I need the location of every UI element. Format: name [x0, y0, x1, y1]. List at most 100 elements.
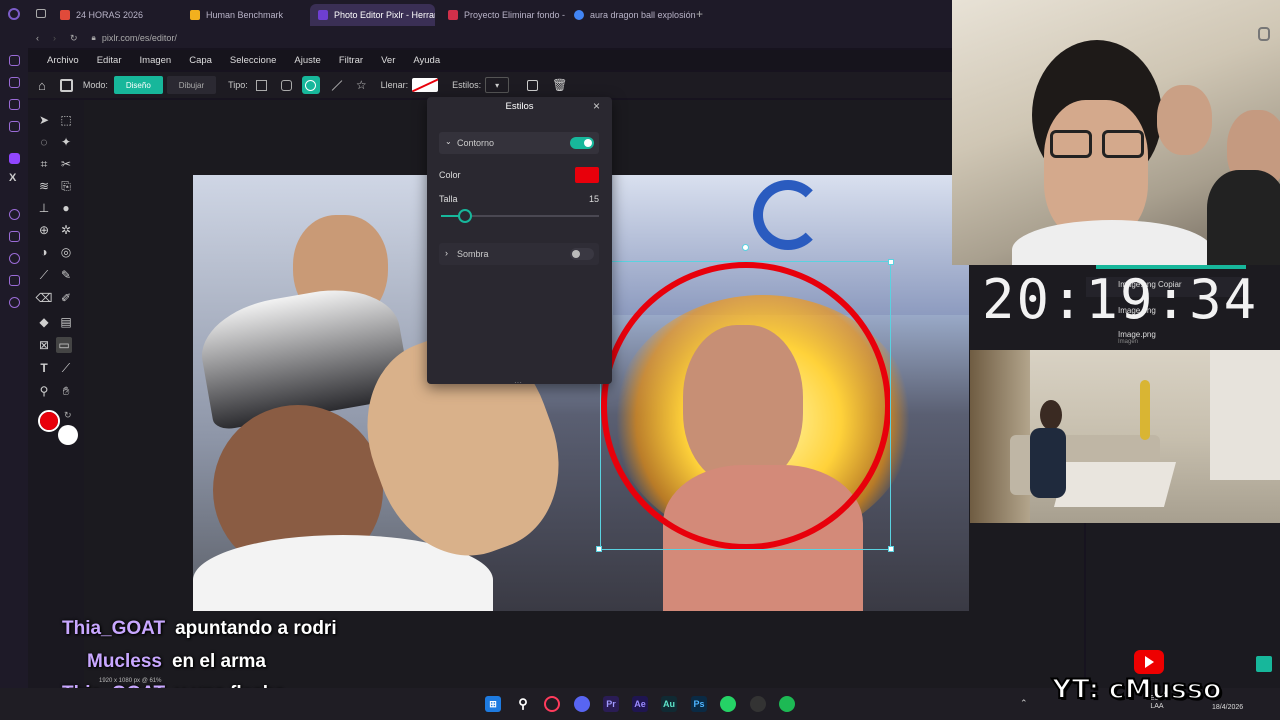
picker-tool-icon[interactable]: ⟋ [58, 360, 74, 376]
tab-pixlr-editor[interactable]: Photo Editor Pixlr - Herran [310, 4, 435, 26]
rotate-handle[interactable] [742, 244, 749, 251]
whatsapp-icon[interactable] [720, 696, 736, 712]
menu-capa[interactable]: Capa [189, 55, 212, 66]
sidebar-app-icon[interactable] [9, 99, 20, 110]
menu-ver[interactable]: Ver [381, 55, 395, 66]
bookmark-icon[interactable] [9, 275, 20, 286]
heart-icon[interactable] [9, 231, 20, 242]
background-color-swatch[interactable] [58, 425, 78, 445]
tab-overview-icon[interactable] [36, 9, 46, 18]
outline-color-swatch[interactable] [575, 167, 599, 183]
x-icon[interactable]: X [9, 172, 16, 184]
ellipse-shape-button[interactable] [301, 76, 320, 94]
fill-swatch-none[interactable] [412, 78, 439, 92]
sidebar-app-icon[interactable] [9, 209, 20, 220]
sidebar-app-icon[interactable] [9, 55, 20, 66]
reload-icon[interactable]: ↻ [70, 33, 78, 44]
line-shape-icon[interactable] [331, 79, 343, 91]
menu-filtrar[interactable]: Filtrar [339, 55, 363, 66]
menu-seleccione[interactable]: Seleccione [230, 55, 276, 66]
discord-icon[interactable] [574, 696, 590, 712]
target-tool-icon[interactable]: ◎ [58, 244, 74, 260]
shadow-section-header[interactable]: › Sombra [439, 243, 599, 265]
tab-eliminar-fondo[interactable]: Proyecto Eliminar fondo - [440, 4, 565, 26]
foreground-color-swatch[interactable] [38, 410, 60, 432]
search-icon[interactable]: ⚲ [515, 696, 531, 712]
brush-tool-icon[interactable]: ✎ [58, 267, 74, 283]
resize-handle[interactable] [888, 546, 894, 552]
rectangle-shape-icon[interactable] [255, 79, 267, 91]
steam-icon[interactable] [750, 696, 766, 712]
crop-tool-icon[interactable]: ⌗ [36, 156, 52, 172]
after-effects-icon[interactable]: Ae [632, 696, 648, 712]
url-field[interactable]: 🔒︎ pixlr.com/es/editor/ [92, 33, 177, 43]
mode-design-button[interactable]: Diseño [113, 76, 163, 94]
shadow-toggle[interactable] [570, 248, 594, 260]
home-icon[interactable]: ⌂ [38, 78, 46, 93]
spotify-icon[interactable] [779, 696, 795, 712]
text-tool-icon[interactable]: T [36, 360, 52, 376]
duplicate-icon[interactable] [527, 79, 539, 91]
close-icon[interactable]: × [593, 99, 600, 113]
twitch-icon[interactable] [9, 153, 20, 164]
drop-tool-icon[interactable]: ● [58, 200, 74, 216]
size-slider-handle[interactable] [457, 209, 472, 223]
trash-icon[interactable]: 🗑︎ [552, 78, 567, 92]
menu-imagen[interactable]: Imagen [140, 55, 172, 66]
start-icon[interactable]: ⊞ [485, 696, 501, 712]
arrange-tool-icon[interactable]: ➤ [36, 112, 52, 128]
tray-chevron-icon[interactable]: ⌃ [1020, 698, 1028, 709]
history-icon[interactable] [9, 253, 20, 264]
tray-date[interactable]: 18/4/2026 [1212, 704, 1243, 711]
browser-app-icon[interactable] [544, 696, 560, 712]
hand-tool-icon[interactable]: ✋︎ [58, 383, 74, 399]
tab-aura-dragon-ball[interactable]: aura dragon ball explosión [566, 4, 696, 26]
liquify-tool-icon[interactable]: ≋ [36, 178, 52, 194]
resize-handle[interactable] [888, 259, 894, 265]
sidebar-app-icon[interactable] [9, 77, 20, 88]
swap-colors-icon[interactable]: ↻ [64, 410, 72, 421]
shape-tool-active-icon[interactable]: ▭ [56, 337, 72, 353]
photoshop-icon[interactable]: Ps [691, 696, 707, 712]
premiere-icon[interactable]: Pr [603, 696, 619, 712]
polygon-shape-icon[interactable]: ☆ [356, 78, 367, 92]
resize-handle[interactable] [596, 546, 602, 552]
fill-tool-icon[interactable]: ◆ [36, 314, 52, 330]
outline-section-header[interactable]: ⌄ Contorno [439, 132, 599, 154]
back-icon[interactable]: ‹ [36, 33, 39, 43]
lasso-tool-icon[interactable]: ◌ [36, 134, 52, 150]
sidebar-app-icon[interactable] [9, 121, 20, 132]
marquee-tool-icon[interactable]: ⬚ [58, 112, 74, 128]
cutout-tool-icon[interactable]: ✂ [58, 156, 74, 172]
rounded-rectangle-shape-icon[interactable] [280, 79, 292, 91]
menu-ayuda[interactable]: Ayuda [413, 55, 440, 66]
globe-tool-icon[interactable]: ⊕ [36, 222, 52, 238]
forward-icon[interactable]: › [53, 33, 56, 43]
dodge-tool-icon[interactable]: ◑ [36, 244, 52, 260]
menu-archivo[interactable]: Archivo [47, 55, 79, 66]
gradient-tool-icon[interactable]: ▤ [58, 314, 74, 330]
audition-icon[interactable]: Au [661, 696, 677, 712]
menu-ajuste[interactable]: Ajuste [294, 55, 320, 66]
clone-tool-icon[interactable]: ⊥ [36, 200, 52, 216]
styles-dropdown[interactable]: ▾ [485, 77, 510, 93]
heal-tool-icon[interactable]: ⎘ [58, 178, 74, 194]
menu-editar[interactable]: Editar [97, 55, 122, 66]
panel-resize-grip[interactable]: ··· [514, 378, 522, 387]
eraser-tool-icon[interactable]: ⌫ [36, 290, 53, 306]
selection-bounding-box[interactable] [600, 261, 891, 550]
wand-tool-icon[interactable]: ✦ [58, 134, 74, 150]
transform-tool-icon[interactable]: ⊠ [36, 337, 52, 353]
mode-draw-button[interactable]: Dibujar [166, 76, 217, 94]
export-icon[interactable] [1256, 656, 1272, 672]
sponge-tool-icon[interactable]: ✲ [58, 222, 74, 238]
tab-human-benchmark[interactable]: Human Benchmark [182, 4, 307, 26]
new-tab-button[interactable]: + [696, 7, 703, 21]
settings-icon[interactable] [9, 297, 20, 308]
pipette-tool-icon[interactable]: ⟋ [36, 267, 52, 283]
zoom-tool-icon[interactable]: ⚲ [36, 383, 52, 399]
pencil-tool-icon[interactable]: ✐ [58, 290, 74, 306]
tab-24-horas[interactable]: 24 HORAS 2026 [52, 4, 182, 26]
layer-item[interactable]: Image.png Imagen [1086, 329, 1248, 349]
outline-toggle[interactable] [570, 137, 594, 149]
